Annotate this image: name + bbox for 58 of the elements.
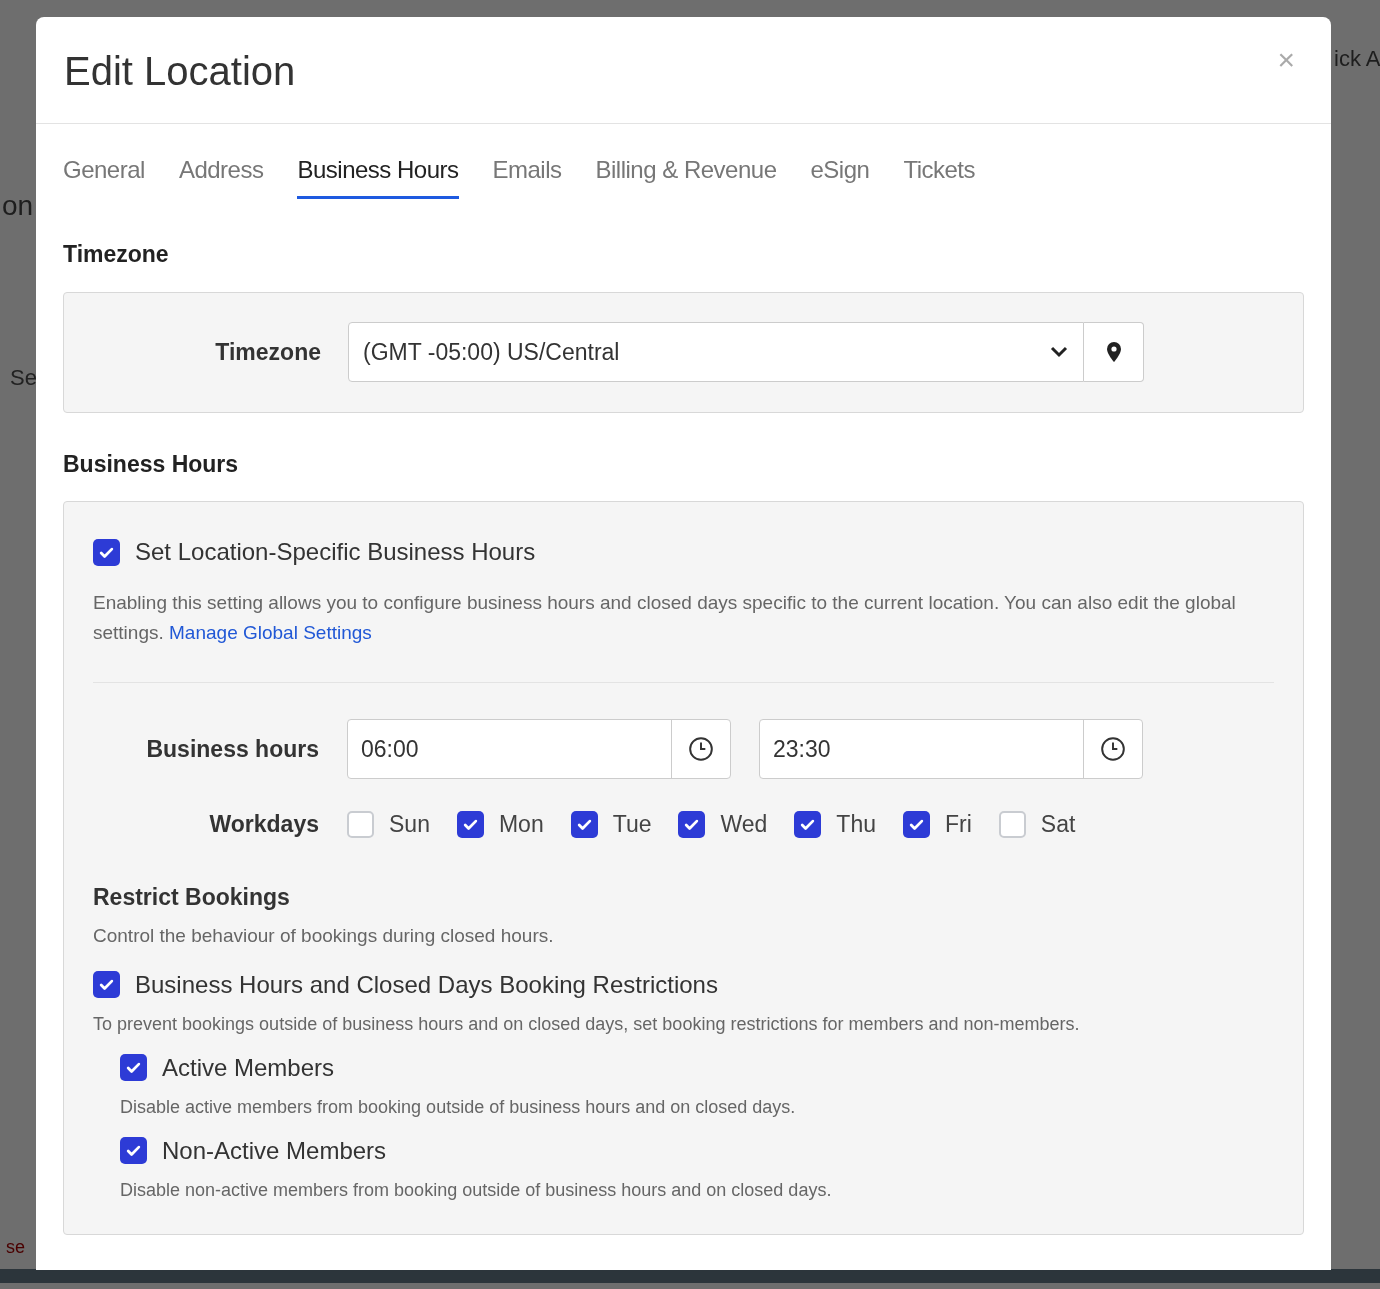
checkbox[interactable] <box>678 810 706 838</box>
option-description: Disable active members from booking outside of business hours and on closed days. <box>120 1095 797 1119</box>
subsection-heading: Restrict Bookings <box>93 882 291 912</box>
field-label: Workdays <box>208 810 320 839</box>
checkbox[interactable] <box>570 810 598 838</box>
day-label: Sat <box>1040 810 1076 839</box>
time-field[interactable]: 23:30 <box>759 719 1143 779</box>
day-label: Wed <box>720 810 768 839</box>
clock-icon <box>688 736 714 762</box>
checkbox[interactable] <box>120 1137 147 1164</box>
day-label: Tue <box>612 810 652 839</box>
background-text: se <box>6 1238 25 1256</box>
clock-icon <box>1100 736 1126 762</box>
chevron-down-icon <box>1049 345 1069 359</box>
section-heading: Business Hours <box>63 449 240 479</box>
time-field[interactable]: 06:00 <box>347 719 731 779</box>
setting-description: Enabling this setting allows you to configure business hours and closed days specific to the current location. You can also edit the global settings. Manage Global Settings <box>93 591 1237 645</box>
tab[interactable]: Business Hours <box>297 152 459 199</box>
tab[interactable]: Emails <box>492 152 562 199</box>
checkbox[interactable] <box>93 538 120 566</box>
checkbox-label: Business Hours and Closed Days Booking Restrictions <box>135 969 718 1000</box>
checkbox[interactable] <box>998 810 1026 838</box>
tab[interactable]: General <box>63 152 145 199</box>
field-label: Timezone <box>214 337 322 367</box>
option-description: Disable non-active members from booking outside of business hours and on closed days. <box>120 1178 833 1202</box>
timezone-select[interactable]: (GMT -05:00) US/Central <box>348 322 1084 382</box>
tab[interactable]: Address <box>178 152 264 199</box>
checkbox-label: Active Members <box>162 1052 335 1083</box>
location-button[interactable] <box>1084 322 1144 382</box>
tab[interactable]: Billing & Revenue <box>595 152 777 199</box>
background-text: ick A <box>1334 48 1380 70</box>
background-text: on <box>2 192 34 220</box>
section-heading: Timezone <box>63 240 170 269</box>
checkbox[interactable] <box>347 810 374 838</box>
tab[interactable]: eSign <box>810 152 870 199</box>
checkbox-label: Set Location-Specific Business Hours <box>135 537 536 567</box>
option-description: To prevent bookings outside of business hours and on closed days, set booking restrictions for members and non-members. <box>93 1012 1081 1036</box>
checkbox[interactable] <box>120 1054 147 1081</box>
time-value: 06:00 <box>360 734 420 764</box>
manage-global-settings-link[interactable]: Manage Global Settings <box>169 622 372 643</box>
close-button[interactable]: × <box>1277 45 1295 75</box>
dialog-title: Edit Location <box>64 48 296 95</box>
time-value: 23:30 <box>772 734 832 764</box>
checkbox[interactable] <box>903 810 930 838</box>
background-text: Se <box>10 367 37 389</box>
checkbox[interactable] <box>93 971 120 998</box>
checkbox[interactable] <box>794 810 822 838</box>
select-value: (GMT -05:00) US/Central <box>363 337 620 367</box>
checkbox-label: Non-Active Members <box>162 1135 387 1166</box>
subsection-description: Control the behaviour of bookings during closed hours. <box>93 924 555 948</box>
checkbox[interactable] <box>456 810 484 838</box>
day-label: Fri <box>945 810 972 839</box>
day-label: Mon <box>498 810 544 839</box>
tab[interactable]: Tickets <box>903 152 975 199</box>
day-label: Sun <box>389 810 430 839</box>
field-label: Business hours <box>145 734 320 764</box>
day-label: Thu <box>836 810 876 839</box>
map-pin-icon <box>1105 341 1122 363</box>
